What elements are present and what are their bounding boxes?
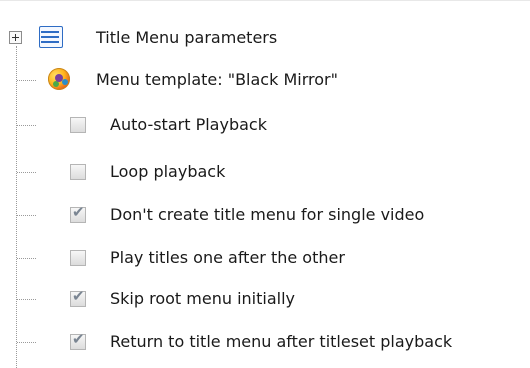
option-checkbox[interactable] [70,164,86,180]
option-label: Skip root menu initially [110,289,295,308]
checkmark-icon: ✔ [72,287,85,305]
option-checkbox[interactable]: ✔ [70,287,86,307]
tree-connector [17,215,36,216]
tree-node-option[interactable]: Auto-start Playback [0,105,530,145]
option-label: Auto-start Playback [110,115,267,134]
checkmark-icon: ✔ [72,330,85,348]
menu-template-label: Menu template: "Black Mirror" [96,70,338,89]
option-checkbox[interactable] [70,117,86,133]
option-label: Play titles one after the other [110,248,345,267]
template-palette-icon [48,68,70,90]
settings-tree: Title Menu parameters Menu template: "Bl… [0,0,530,368]
tree-node-option[interactable]: ✔ Don't create title menu for single vide… [0,195,530,235]
tree-node-option[interactable]: Play titles one after the other [0,238,530,278]
tree-node-option[interactable]: Loop playback [0,152,530,192]
tree-connector [17,172,36,173]
tree-connector [17,342,36,343]
tree-connector [17,125,36,126]
option-label: Return to title menu after titleset play… [110,332,453,351]
expand-plus-icon[interactable] [9,31,22,44]
tree-node-menu-template[interactable]: Menu template: "Black Mirror" [0,60,530,100]
list-icon [39,26,63,48]
option-checkbox[interactable]: ✔ [70,203,86,223]
tree-node-option[interactable]: ✔ Return to title menu after titleset pla… [0,322,530,362]
option-label: Don't create title menu for single video [110,205,425,224]
tree-connector [17,258,36,259]
option-label: Loop playback [110,162,226,181]
option-checkbox[interactable]: ✔ [70,330,86,350]
tree-node-option[interactable]: ✔ Skip root menu initially [0,279,530,319]
tree-node-title-menu-parameters[interactable]: Title Menu parameters [0,18,530,58]
checkmark-icon: ✔ [72,203,85,221]
tree-connector [17,299,36,300]
option-checkbox[interactable] [70,250,86,266]
tree-connector [17,80,36,81]
tree-node-label: Title Menu parameters [96,28,278,47]
